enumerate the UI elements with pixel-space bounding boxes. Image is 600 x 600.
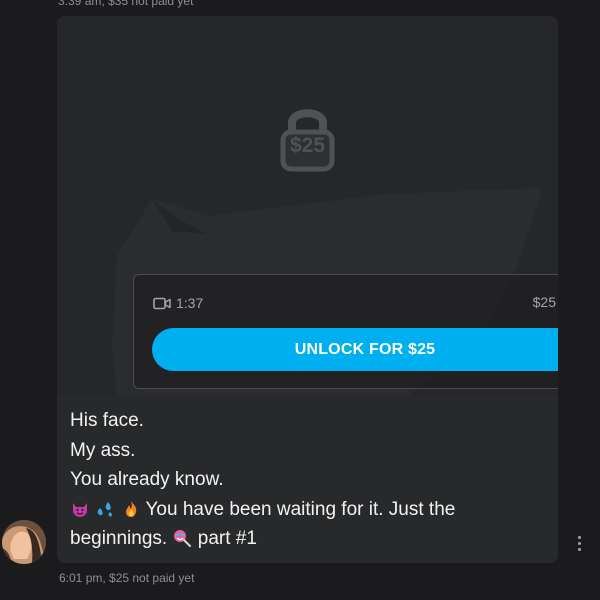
sweat-droplets-icon <box>98 501 113 517</box>
media-price: $25 <box>532 293 556 310</box>
locked-media-preview[interactable]: $25 1:37 $25 UNLOCK FOR $25 <box>57 16 558 396</box>
unlock-button[interactable]: UNLOCK FOR $25 <box>152 328 558 371</box>
unlock-panel: 1:37 $25 UNLOCK FOR $25 <box>133 274 558 389</box>
caption-line: You already know. <box>70 469 224 490</box>
caption-text: You have been waiting for it. Just the <box>145 498 456 520</box>
locked-price-label: $25 <box>289 134 326 157</box>
more-dot-icon <box>577 535 581 539</box>
video-camera-icon <box>153 297 171 309</box>
avatar[interactable] <box>2 520 46 564</box>
devil-face-icon <box>73 502 87 517</box>
caption-text: beginnings. <box>70 528 168 549</box>
caption-part-label: part #1 <box>197 528 257 549</box>
lollipop-icon <box>174 530 192 547</box>
more-dot-icon <box>577 547 581 551</box>
message-bubble: $25 1:37 $25 UNLOCK FOR $25 His face. My… <box>57 16 558 563</box>
more-options-button[interactable] <box>573 533 585 553</box>
more-dot-icon <box>577 541 581 545</box>
price-info: $25 <box>533 293 558 310</box>
fire-icon <box>125 500 136 517</box>
caption-line: His face. <box>70 410 144 431</box>
caption-line: beginnings. part #1 <box>70 524 540 554</box>
caption-line: You have been waiting for it. Just the <box>70 495 540 525</box>
video-duration: 1:37 <box>176 295 204 311</box>
message-meta: 6:01 pm, $25 not paid yet <box>59 571 195 585</box>
video-info: 1:37 <box>153 295 203 311</box>
profile-photo-image <box>2 520 46 564</box>
previous-message-meta: 3:39 am, $35 not paid yet <box>58 0 194 8</box>
message-text: His face. My ass. You already know. You … <box>70 406 540 554</box>
caption-line: My ass. <box>70 439 136 461</box>
chat-view: 3:39 am, $35 not paid yet $25 1:37 $25 U… <box>0 0 600 600</box>
